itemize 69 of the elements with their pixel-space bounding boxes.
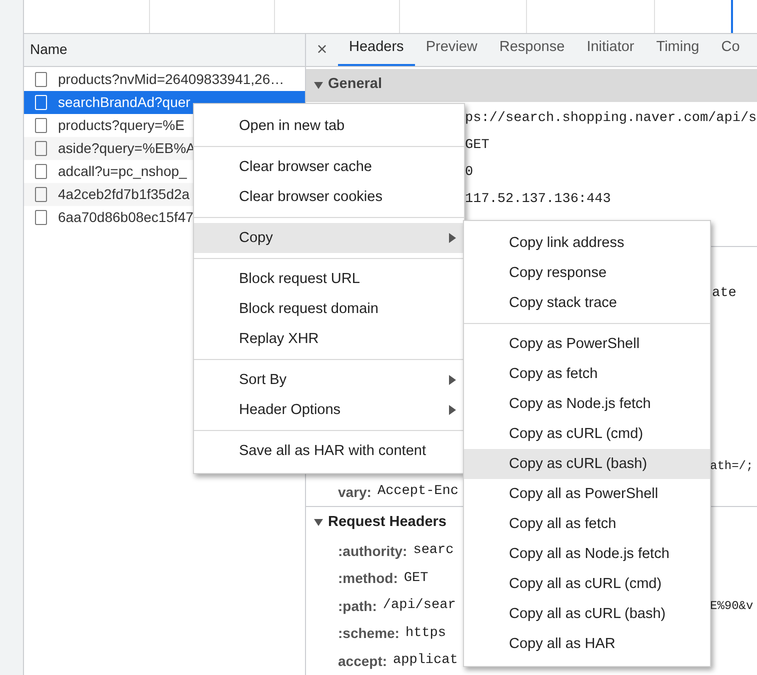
header-value: ps://search.shopping.naver.com/api/s	[465, 110, 757, 128]
request-name: products?query=%E	[58, 116, 184, 135]
section-title: General	[328, 75, 382, 94]
request-name: 4a2ceb2fd7b1f35d2a	[58, 184, 190, 204]
header-value: 0	[465, 164, 474, 182]
header-value: applicat	[393, 652, 458, 670]
menu-item[interactable]: Copy all as PowerShell	[464, 479, 710, 509]
header-key: :method:	[338, 568, 398, 590]
menu-item[interactable]: Copy as cURL (cmd)	[464, 419, 710, 449]
menu-item[interactable]: Copy all as HAR	[464, 629, 710, 659]
header-value: ate	[712, 284, 736, 303]
request-name: searchBrandAd?quer	[58, 92, 190, 112]
header-key: vary:	[338, 484, 372, 500]
header-value: searc	[413, 542, 454, 560]
tab[interactable]: Co	[710, 34, 751, 66]
menu-item[interactable]: Copy	[194, 223, 464, 253]
file-icon	[35, 164, 47, 178]
expand-triangle-icon	[314, 82, 323, 88]
file-icon	[35, 210, 47, 224]
menu-item[interactable]: Copy link address	[464, 228, 710, 258]
menu-item[interactable]: Copy all as Node.js fetch	[464, 539, 710, 569]
menu-item[interactable]: Save all as HAR with content	[194, 436, 464, 466]
header-value: ath=/;	[710, 458, 754, 475]
menu-item[interactable]: Copy as cURL (bash)	[464, 449, 710, 479]
file-icon	[35, 94, 47, 110]
file-icon	[35, 118, 47, 132]
header-key: accept:	[338, 650, 388, 672]
submenu-arrow-icon	[449, 375, 456, 385]
request-name: products?nvMid=26409833941,26…	[58, 70, 284, 89]
menu-item[interactable]: Block request domain	[194, 294, 464, 324]
header-value: GET	[465, 136, 490, 155]
file-icon	[35, 72, 47, 86]
submenu-arrow-icon	[449, 405, 456, 415]
header-value: https	[405, 624, 446, 643]
header-key: :scheme:	[338, 623, 400, 644]
menu-item[interactable]: Block request URL	[194, 264, 464, 294]
header-value: 117.52.137.136:443	[465, 190, 611, 209]
menu-item[interactable]: Copy response	[464, 258, 710, 288]
expand-triangle-icon	[314, 519, 323, 526]
submenu-arrow-icon	[449, 233, 456, 243]
tab[interactable]: Headers	[338, 34, 415, 66]
header-value: GET	[404, 570, 428, 588]
column-header: Name	[30, 40, 68, 59]
file-icon	[35, 186, 47, 202]
section-title: Request Headers	[328, 512, 446, 532]
tab[interactable]: Timing	[645, 34, 710, 66]
tab[interactable]: Initiator	[576, 34, 646, 66]
header-value: /api/sear	[382, 597, 456, 616]
menu-item[interactable]: Header Options	[194, 395, 464, 425]
menu-item[interactable]: Copy all as cURL (cmd)	[464, 569, 710, 599]
header-value: E%90&v	[710, 598, 754, 616]
request-name: aside?query=%EB%A	[58, 138, 196, 158]
menu-item[interactable]: Replay XHR	[194, 324, 464, 354]
menu-item[interactable]: Copy all as fetch	[464, 509, 710, 539]
header-key: :path:	[338, 596, 377, 617]
menu-item[interactable]: Copy as fetch	[464, 359, 710, 389]
close-button[interactable]: ×	[306, 34, 338, 66]
menu-item[interactable]: Copy all as cURL (bash)	[464, 599, 710, 629]
menu-item[interactable]: Sort By	[194, 365, 464, 395]
tab[interactable]: Preview	[414, 34, 488, 66]
tab[interactable]: Response	[488, 34, 576, 66]
request-name: adcall?u=pc_nshop_	[58, 162, 187, 181]
file-icon	[35, 140, 47, 156]
menu-item[interactable]: Copy stack trace	[464, 288, 710, 318]
header-value: Accept-Enc	[377, 484, 458, 500]
header-key: :authority:	[338, 540, 408, 562]
menu-item[interactable]: Copy as PowerShell	[464, 329, 710, 359]
request-name: 6aa70d86b08ec15f47	[58, 208, 194, 226]
menu-item[interactable]: Copy as Node.js fetch	[464, 389, 710, 419]
